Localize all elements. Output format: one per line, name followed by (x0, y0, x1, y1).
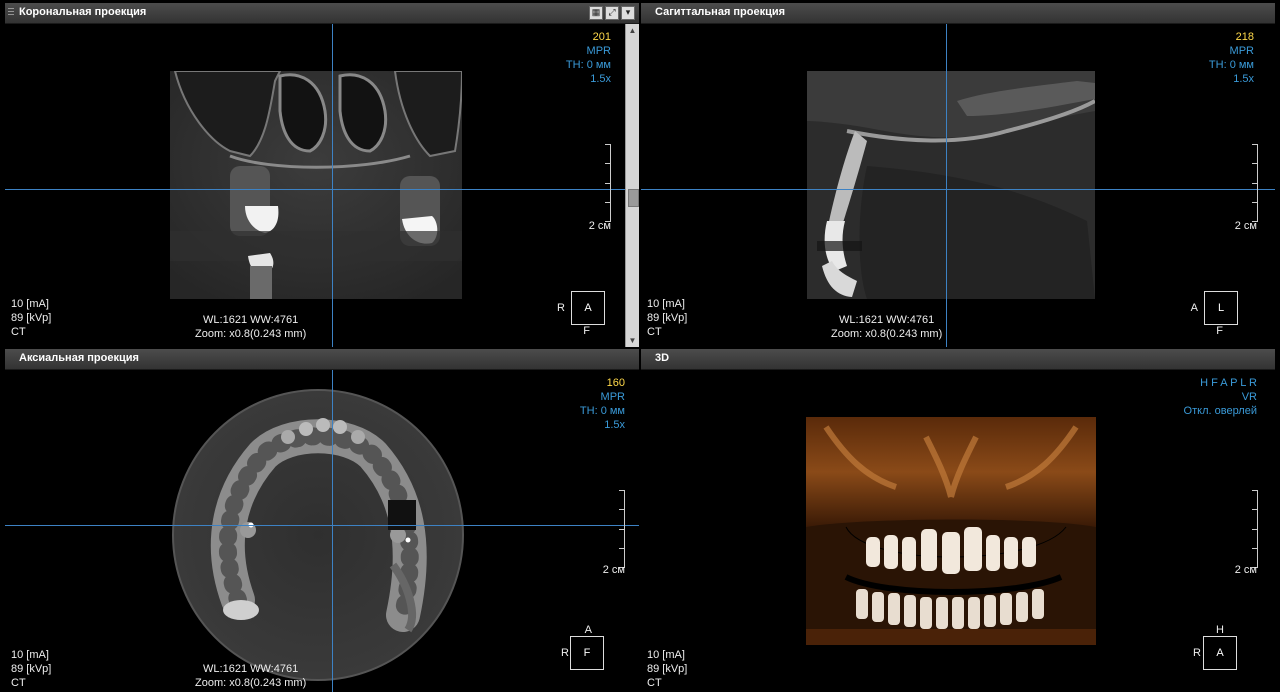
orientation-left: A (1190, 302, 1198, 314)
slice-info: 201 MPR TH: 0 мм 1.5x (565, 31, 611, 85)
acquisition-info: 10 [mA] 89 [kVp] CT (11, 649, 52, 689)
coronal-titlebar[interactable]: Корональная проекция ▦ ⤢ ▾ (5, 3, 639, 24)
slice-info: 160 MPR TH: 0 мм 1.5x (579, 377, 625, 431)
sagittal-scan-image (807, 71, 1095, 299)
axial-viewport[interactable]: 160 MPR TH: 0 мм 1.5x 2 см 10 [mA] 89 [k… (5, 370, 639, 692)
axial-pane[interactable]: Аксиальная проекция 160 MPR TH: 0 мм 1.5… (5, 349, 639, 692)
slice-scrollbar[interactable]: ▲ ▼ (625, 24, 639, 347)
sagittal-titlebar[interactable]: Сагиттальная проекция (641, 3, 1275, 24)
orientation-letters[interactable]: H F A P L R (1184, 376, 1257, 390)
axial-titlebar[interactable]: Аксиальная проекция (5, 349, 639, 370)
orientation-left: R (561, 647, 569, 659)
scroll-up-icon[interactable]: ▲ (627, 25, 638, 36)
scale-bar (1247, 490, 1258, 568)
slice-number: 218 (1235, 31, 1254, 43)
layout-icon[interactable]: ▦ (589, 6, 603, 20)
acquisition-info: 10 [mA] 89 [kVp] CT (647, 649, 688, 689)
pane-title: 3D (655, 352, 670, 364)
acquisition-info: 10 [mA] 89 [kVp] CT (11, 298, 52, 338)
pane-title: Аксиальная проекция (19, 352, 139, 364)
pane-title: Корональная проекция (19, 6, 147, 18)
scroll-down-icon[interactable]: ▼ (627, 335, 638, 346)
slice-info: 218 MPR TH: 0 мм 1.5x (1208, 31, 1254, 85)
scale-label: 2 см (602, 564, 625, 576)
volume3d-pane[interactable]: 3D H F A P L R VR Откл. оверлей 2 см 10 … (641, 349, 1275, 692)
pane-title: Сагиттальная проекция (655, 6, 786, 18)
render-info: H F A P L R VR Откл. оверлей (1183, 376, 1257, 417)
orientation-bottom: F (583, 325, 590, 337)
orientation-cube[interactable]: A (1203, 636, 1237, 670)
drag-grip-icon[interactable] (8, 8, 14, 16)
maximize-icon[interactable]: ⤢ (605, 6, 619, 20)
crosshair-horizontal[interactable] (5, 525, 639, 526)
crosshair-horizontal[interactable] (641, 189, 1275, 190)
coronal-scan-image (170, 71, 462, 299)
crosshair-vertical[interactable] (332, 24, 333, 347)
volume-render-image (806, 417, 1096, 645)
orientation-top: H (1216, 624, 1224, 636)
menu-down-icon[interactable]: ▾ (621, 6, 635, 20)
orientation-cube[interactable]: F (570, 636, 604, 670)
orientation-left: R (557, 302, 565, 314)
orientation-bottom: F (1216, 325, 1223, 337)
sagittal-pane[interactable]: Сагиттальная проекция 218 MPR TH: 0 мм 1… (641, 3, 1275, 347)
orientation-cube[interactable]: A (571, 291, 605, 325)
scale-label: 2 см (588, 220, 611, 232)
orientation-top: A (584, 624, 592, 636)
volume3d-viewport[interactable]: H F A P L R VR Откл. оверлей 2 см 10 [mA… (641, 370, 1275, 692)
window-info: WL:1621 WW:4761 Zoom: x0.8(0.243 mm) (195, 663, 307, 689)
crosshair-vertical[interactable] (946, 24, 947, 347)
coronal-pane[interactable]: Корональная проекция ▦ ⤢ ▾ 201 MPR TH: 0… (5, 3, 639, 347)
scale-label: 2 см (1234, 564, 1257, 576)
orientation-cube[interactable]: L (1204, 291, 1238, 325)
coronal-viewport[interactable]: 201 MPR TH: 0 мм 1.5x 2 см 10 [mA] 89 [k… (5, 24, 625, 347)
sagittal-viewport[interactable]: 218 MPR TH: 0 мм 1.5x 2 см 10 [mA] 89 [k… (641, 24, 1275, 347)
crosshair-vertical[interactable] (332, 370, 333, 692)
scale-bar (1247, 144, 1258, 222)
axial-scan-image (172, 389, 464, 681)
volume3d-titlebar[interactable]: 3D (641, 349, 1275, 370)
crosshair-horizontal[interactable] (5, 189, 625, 190)
scale-label: 2 см (1234, 220, 1257, 232)
scale-bar (600, 144, 611, 222)
window-info: WL:1621 WW:4761 Zoom: x0.8(0.243 mm) (195, 314, 307, 340)
slice-number: 201 (592, 31, 611, 43)
acquisition-info: 10 [mA] 89 [kVp] CT (647, 298, 688, 338)
slice-number: 160 (606, 377, 625, 389)
scale-bar (614, 490, 625, 568)
scroll-thumb[interactable] (628, 189, 639, 207)
orientation-left: R (1193, 647, 1201, 659)
window-info: WL:1621 WW:4761 Zoom: x0.8(0.243 mm) (831, 314, 943, 340)
